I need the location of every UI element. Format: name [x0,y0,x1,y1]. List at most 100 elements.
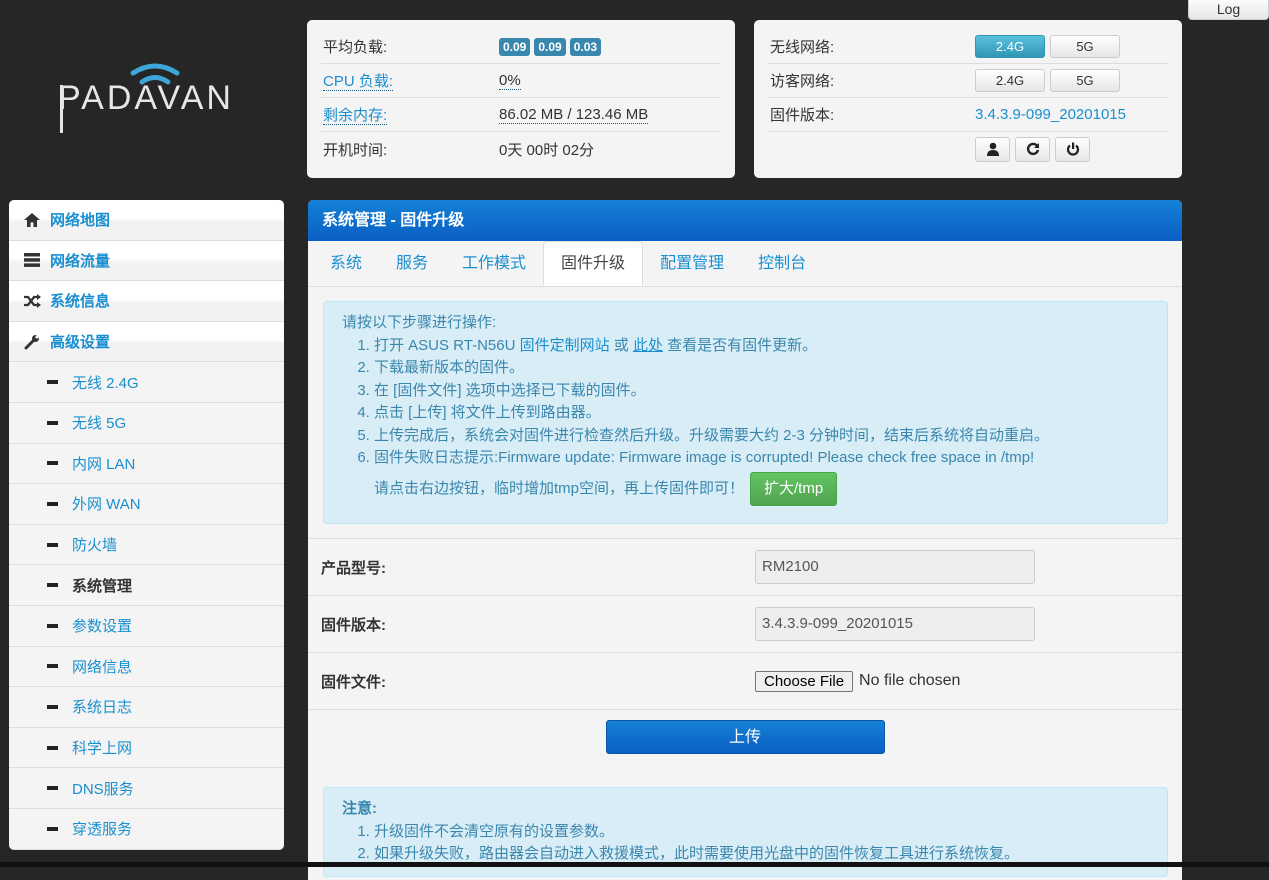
tab-work-mode[interactable]: 工作模式 [445,242,543,286]
dash-icon [47,623,58,628]
bottom-edge [0,862,1269,867]
step-text: 或 [609,336,633,354]
tab-console[interactable]: 控制台 [741,242,823,286]
sidebar-subitem[interactable]: 系统日志 [9,687,284,728]
step-2: 下载最新版本的固件。 [374,357,1149,380]
sidebar-subitem-label: 参数设置 [72,618,133,636]
sidebar-subitem-label: 穿透服务 [72,821,133,839]
sidebar-subitem[interactable]: 防火墙 [9,525,284,566]
status-panel: 平均负载: 0.09 0.09 0.03 CPU 负载: 0% 剩余内存: 86.0… [307,20,735,178]
product-model-row: 产品型号: RM2100 [308,538,1182,595]
load-badge: 0.09 [499,37,531,56]
step-text: 查看是否有固件更新。 [662,336,818,354]
choose-file-button[interactable]: Choose File [755,670,854,692]
sidebar-subitem[interactable]: DNS服务 [9,768,284,809]
dash-icon [47,542,58,547]
sidebar-subitem-label: 防火墙 [72,537,118,555]
home-icon [24,212,40,227]
step-6: 固件失败日志提示:Firmware update: Firmware image… [374,447,1149,470]
shutdown-button[interactable] [1055,136,1090,162]
instructions-intro: 请按以下步骤进行操作: [342,314,497,331]
guest-5g-toggle[interactable]: 5G [1050,69,1120,92]
memory-value: 86.02 MB / 123.46 MB [499,105,649,124]
firmware-file-row: 固件文件: Choose File No file chosen [308,652,1182,709]
guest-24g-toggle[interactable]: 2.4G [975,69,1045,92]
sidebar-item-network-map[interactable]: 网络地图 [9,200,284,241]
firmware-site-link[interactable]: 固件定制网站 [520,337,610,354]
product-model-field: RM2100 [755,550,1035,584]
sidebar-item-label: 网络地图 [50,212,111,230]
sidebar-subitem-label: 内网 LAN [72,455,136,473]
sidebar-subitem[interactable]: 外网 WAN [9,484,284,525]
free-memory-link[interactable]: 剩余内存: [323,107,388,125]
wireless-label: 无线网络: [770,39,835,56]
reboot-button[interactable] [1015,136,1050,162]
tab-system[interactable]: 系统 [313,242,379,286]
sidebar-item-label: 网络流量 [50,252,111,270]
sidebar-subitem[interactable]: 参数设置 [9,606,284,647]
sidebar-subitem[interactable]: 无线 5G [9,403,284,444]
page-title: 系统管理 - 固件升级 [308,200,1182,241]
sidebar-item-advanced[interactable]: 高级设置 [9,321,284,363]
note-1: 升级固件不会清空原有的设置参数。 [374,821,1149,844]
step-text: 打开 ASUS RT-N56U [374,336,520,354]
sidebar-subitem[interactable]: 系统管理 [9,565,284,606]
tab-firmware-upgrade[interactable]: 固件升级 [543,241,644,286]
sidebar-subitem[interactable]: 科学上网 [9,728,284,769]
sidebar-subitem[interactable]: 网络信息 [9,647,284,688]
load-average-row: 平均负载: 0.09 0.09 0.03 [321,30,721,64]
dash-icon [47,745,58,750]
dash-icon [47,501,58,506]
load-badge: 0.03 [569,37,602,56]
sidebar-subitem-label: 科学上网 [72,740,133,758]
sidebar-subitem-label: 外网 WAN [72,496,141,514]
instructions-box: 请按以下步骤进行操作: 打开 ASUS RT-N56U 固件定制网站 或 此处 … [323,301,1168,524]
main-panel: 系统管理 - 固件升级 系统 服务 工作模式 固件升级 配置管理 控制台 请按以… [308,200,1182,880]
guest-label: 访客网络: [770,73,835,90]
padavan-logo: PADAVAN [55,55,250,140]
sidebar-item-traffic[interactable]: 网络流量 [9,240,284,282]
refresh-icon [1026,142,1039,156]
upload-button[interactable]: 上传 [605,720,885,754]
wireless-24g-toggle[interactable]: 2.4G [975,35,1045,58]
power-icon [1066,142,1079,156]
wireless-5g-toggle[interactable]: 5G [1050,35,1120,58]
sidebar-subitem[interactable]: 内网 LAN [9,444,284,485]
step-3: 在 [固件文件] 选项中选择已下载的固件。 [374,380,1149,403]
sidebar-subitem-label: 无线 2.4G [72,374,139,392]
dash-icon [47,420,58,425]
firmware-label: 固件版本: [770,107,835,124]
expand-tmp-button[interactable]: 扩大/tmp [750,471,838,506]
uptime-row: 开机时间: 0天 00时 02分 [321,132,721,166]
firmware-version-link[interactable]: 3.4.3.9-099_20201015 [975,106,1126,123]
user-icon [986,142,999,156]
uptime-label: 开机时间: [323,141,388,159]
step-4: 点击 [上传] 将文件上传到路由器。 [374,402,1149,425]
load-average-label: 平均负载: [323,39,388,56]
sidebar-item-label: 高级设置 [50,334,111,352]
tab-config-management[interactable]: 配置管理 [643,242,741,286]
firmware-version-label: 固件版本: [321,616,386,634]
sidebar-item-label: 系统信息 [50,293,111,311]
here-link[interactable]: 此处 [633,337,663,354]
uptime-value: 0天 00时 02分 [499,141,595,159]
sidebar-subitem-label: 无线 5G [72,415,127,433]
cpu-load-link[interactable]: CPU 负载: [323,73,394,91]
dash-icon [47,704,58,709]
sidebar-subitem-label: 系统日志 [72,699,133,717]
step-1: 打开 ASUS RT-N56U 固件定制网站 或 此处 查看是否有固件更新。 [374,335,1149,358]
sidebar-subitem[interactable]: 无线 2.4G [9,362,284,403]
log-button[interactable]: Log [1188,0,1269,20]
note-title: 注意: [342,800,377,817]
user-button[interactable] [975,136,1010,162]
memory-row: 剩余内存: 86.02 MB / 123.46 MB [321,98,721,132]
dash-icon [47,664,58,669]
svg-text:PADAVAN: PADAVAN [58,79,234,117]
sidebar-subitem[interactable]: 穿透服务 [9,809,284,850]
list-icon [24,253,40,268]
expand-tmp-hint: 请点击右边按钮，临时增加tmp空间，再上传固件即可！ [374,479,745,497]
firmware-version-field: 3.4.3.9-099_20201015 [755,607,1035,641]
product-model-label: 产品型号: [321,559,386,577]
tab-services[interactable]: 服务 [379,242,445,286]
sidebar-item-system-info[interactable]: 系统信息 [9,281,284,322]
